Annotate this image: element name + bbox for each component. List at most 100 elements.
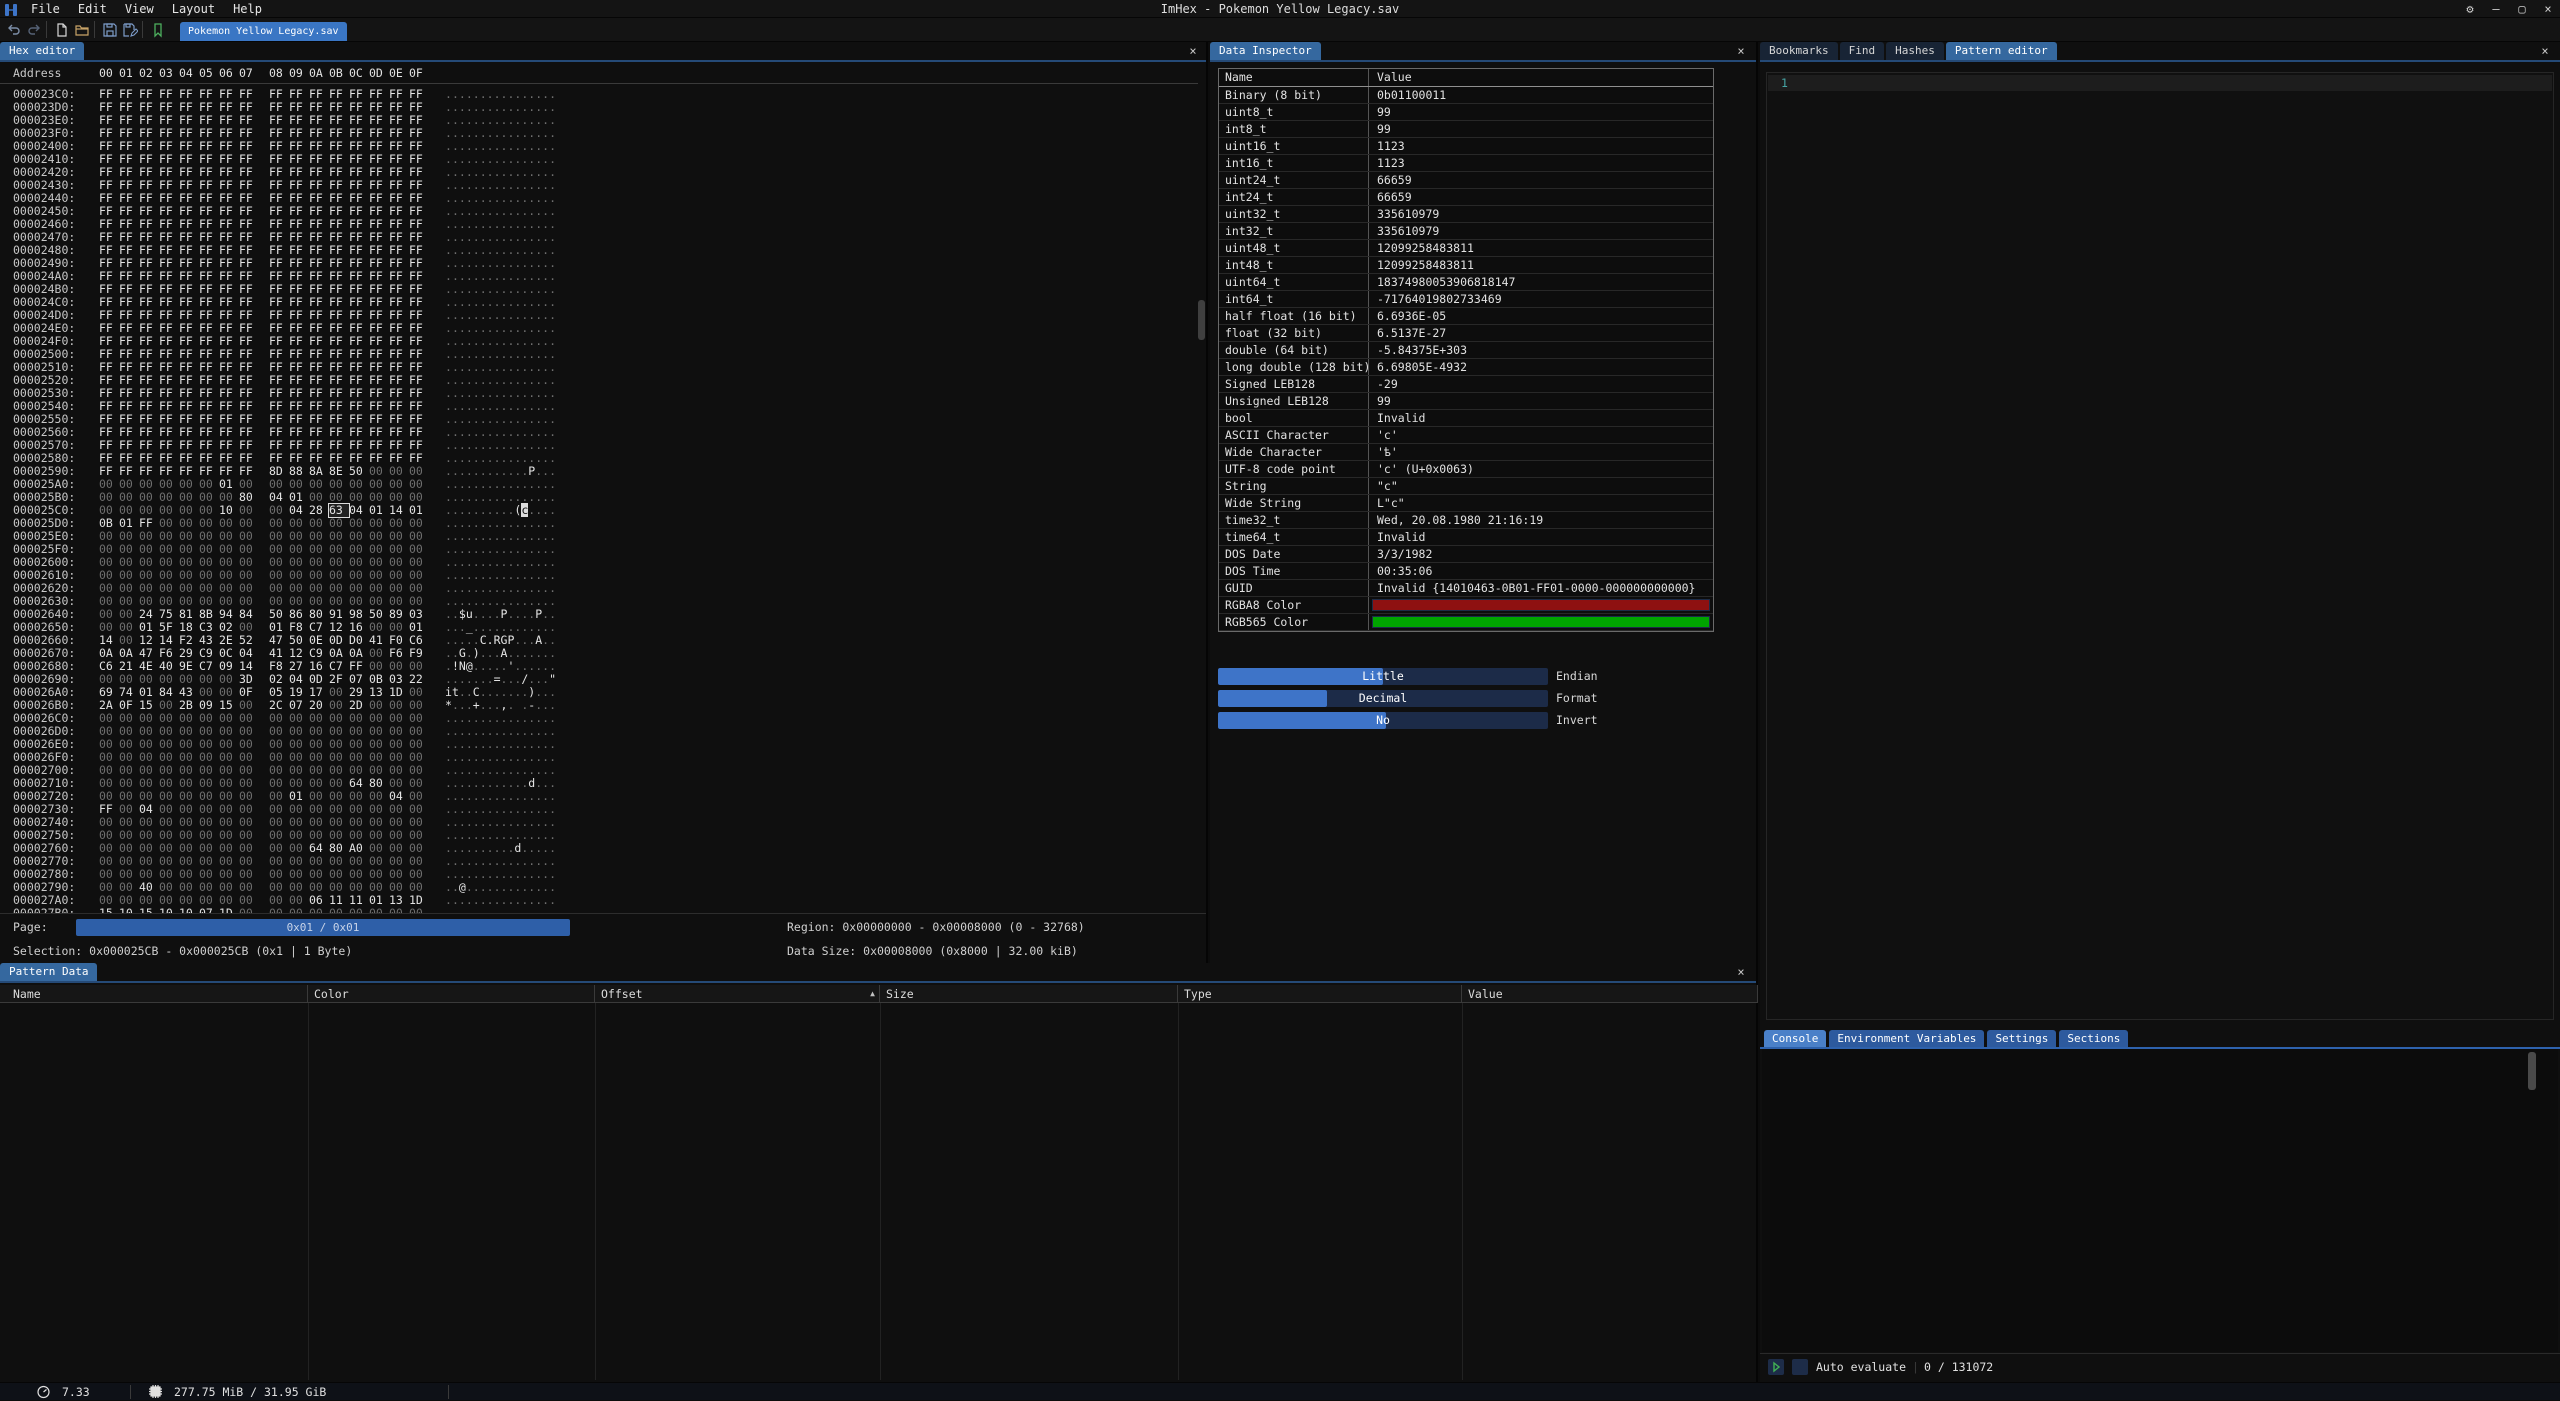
hex-ascii-char[interactable]: . <box>494 399 501 413</box>
inspector-value[interactable]: 335610979 <box>1369 223 1713 239</box>
hex-ascii-char[interactable]: . <box>459 477 466 491</box>
hex-ascii-char[interactable]: . <box>459 516 466 530</box>
hex-ascii-char[interactable]: . <box>487 438 494 452</box>
open-folder-button[interactable] <box>74 22 90 38</box>
hex-ascii-char[interactable]: . <box>459 698 466 712</box>
hex-ascii-char[interactable]: . <box>494 139 501 153</box>
hex-ascii-char[interactable]: . <box>473 893 480 907</box>
hex-ascii-char[interactable]: . <box>549 555 556 569</box>
hex-ascii-char[interactable]: . <box>473 113 480 127</box>
hex-ascii-char[interactable]: . <box>473 373 480 387</box>
hex-ascii-char[interactable]: . <box>459 204 466 218</box>
hex-ascii-char[interactable]: . <box>452 594 459 608</box>
hex-ascii-char[interactable]: . <box>466 646 473 660</box>
hex-ascii-char[interactable]: . <box>480 698 487 712</box>
column-header-type[interactable]: Type <box>1178 985 1462 1003</box>
menu-item-help[interactable]: Help <box>224 0 271 18</box>
hex-ascii-char[interactable]: . <box>480 789 487 803</box>
hex-ascii-char[interactable]: . <box>445 555 452 569</box>
hex-ascii-char[interactable]: . <box>487 321 494 335</box>
hex-ascii-char[interactable]: . <box>466 815 473 829</box>
hex-ascii-char[interactable]: . <box>480 178 487 192</box>
hex-ascii-char[interactable]: . <box>445 451 452 465</box>
hex-ascii-char[interactable]: . <box>459 139 466 153</box>
inspector-value[interactable]: 66659 <box>1369 172 1713 188</box>
hex-ascii-char[interactable]: . <box>480 750 487 764</box>
hex-ascii-char[interactable]: . <box>494 789 501 803</box>
console-scrollbar-thumb[interactable] <box>2528 1052 2536 1090</box>
hex-ascii-char[interactable]: . <box>494 802 501 816</box>
hex-ascii-char[interactable]: . <box>549 217 556 231</box>
hex-ascii-char[interactable]: . <box>494 750 501 764</box>
hex-ascii-char[interactable]: . <box>459 256 466 270</box>
hex-ascii-char[interactable]: . <box>480 581 487 595</box>
hex-ascii-char[interactable]: . <box>549 451 556 465</box>
hex-ascii-char[interactable]: . <box>445 581 452 595</box>
hex-ascii-char[interactable]: . <box>494 347 501 361</box>
hex-ascii-char[interactable]: . <box>473 269 480 283</box>
inspector-value[interactable]: -5.84375E+303 <box>1369 342 1713 358</box>
hex-ascii-char[interactable]: . <box>494 555 501 569</box>
hex-ascii-char[interactable]: . <box>473 139 480 153</box>
hex-ascii-char[interactable]: . <box>459 113 466 127</box>
hex-ascii-char[interactable]: . <box>480 841 487 855</box>
hex-ascii-char[interactable]: . <box>494 113 501 127</box>
hex-ascii-char[interactable]: . <box>549 308 556 322</box>
hex-ascii-char[interactable]: . <box>452 789 459 803</box>
hex-ascii-char[interactable]: . <box>445 516 452 530</box>
hex-ascii-char[interactable]: . <box>466 308 473 322</box>
hex-ascii-char[interactable]: . <box>452 399 459 413</box>
hex-ascii-char[interactable]: . <box>480 802 487 816</box>
hex-ascii-char[interactable]: . <box>487 139 494 153</box>
hex-ascii-char[interactable]: ! <box>452 659 459 673</box>
hex-ascii-char[interactable]: . <box>445 620 452 634</box>
endian-slider[interactable]: Little <box>1218 668 1548 685</box>
hex-ascii-char[interactable]: . <box>466 776 473 790</box>
hex-ascii-char[interactable]: . <box>480 308 487 322</box>
hex-ascii-char[interactable]: . <box>466 100 473 114</box>
rgba8-color-swatch[interactable] <box>1372 599 1710 611</box>
hex-ascii-char[interactable]: . <box>445 477 452 491</box>
hex-ascii-char[interactable]: . <box>445 893 452 907</box>
hex-ascii-char[interactable]: . <box>445 386 452 400</box>
hex-ascii-char[interactable]: . <box>445 100 452 114</box>
hex-ascii-char[interactable]: . <box>459 802 466 816</box>
hex-ascii-char[interactable]: . <box>466 711 473 725</box>
hex-ascii-char[interactable]: . <box>487 594 494 608</box>
column-header-name[interactable]: Name <box>1219 69 1369 86</box>
hex-ascii-char[interactable]: . <box>466 165 473 179</box>
hex-ascii-char[interactable]: . <box>466 685 473 699</box>
hex-ascii-char[interactable]: . <box>445 841 452 855</box>
hex-ascii-char[interactable]: . <box>480 347 487 361</box>
hex-ascii-char[interactable]: . <box>494 451 501 465</box>
hex-ascii-char[interactable]: . <box>549 282 556 296</box>
hex-ascii-char[interactable]: . <box>445 490 452 504</box>
hex-ascii-char[interactable]: . <box>466 464 473 478</box>
tab-hex-editor[interactable]: Hex editor <box>0 42 84 60</box>
hex-ascii-char[interactable]: . <box>487 880 494 894</box>
column-header-value[interactable]: Value <box>1369 69 1713 86</box>
hex-ascii-char[interactable]: . <box>459 191 466 205</box>
hex-ascii-char[interactable]: . <box>549 321 556 335</box>
hex-ascii-char[interactable]: . <box>452 737 459 751</box>
hex-ascii-char[interactable]: . <box>473 412 480 426</box>
hex-ascii-char[interactable]: . <box>452 620 459 634</box>
hex-ascii-char[interactable]: . <box>494 893 501 907</box>
hex-ascii-char[interactable]: . <box>473 724 480 738</box>
inspector-value[interactable]: 1123 <box>1369 155 1713 171</box>
hex-ascii-char[interactable]: . <box>494 295 501 309</box>
hex-ascii-char[interactable]: . <box>480 672 487 686</box>
hex-ascii-char[interactable]: . <box>494 126 501 140</box>
hex-ascii-char[interactable]: . <box>549 230 556 244</box>
menu-item-layout[interactable]: Layout <box>163 0 224 18</box>
hex-ascii-char[interactable]: . <box>452 191 459 205</box>
hex-ascii-char[interactable]: . <box>549 594 556 608</box>
hex-ascii-char[interactable]: . <box>480 490 487 504</box>
hex-ascii-char[interactable]: . <box>473 165 480 179</box>
hex-ascii-char[interactable]: . <box>459 165 466 179</box>
hex-ascii-char[interactable]: . <box>445 724 452 738</box>
hex-ascii-char[interactable]: . <box>445 464 452 478</box>
hex-ascii-char[interactable]: . <box>473 750 480 764</box>
hex-ascii-char[interactable]: . <box>487 633 494 647</box>
inspector-value[interactable]: -29 <box>1369 376 1713 392</box>
